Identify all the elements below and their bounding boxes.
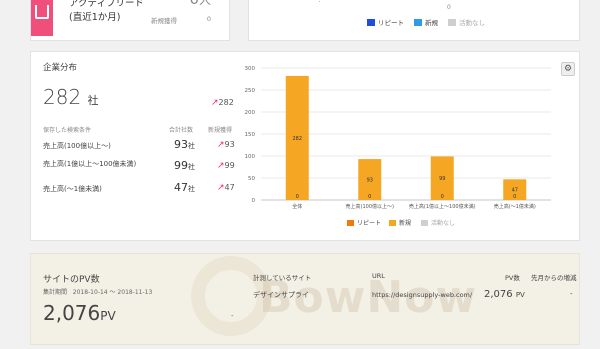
col-prev: 先月からの増減 — [531, 274, 577, 282]
col-pv: PV数 — [505, 274, 520, 282]
legend-swatch — [347, 220, 354, 226]
y-tick-label: 100 — [245, 154, 256, 160]
col-url: URL — [372, 272, 385, 280]
site-change: - — [570, 290, 573, 298]
bar-repeat-label: 0 — [368, 194, 371, 200]
trend-up-icon: ↗ — [217, 161, 225, 171]
trend-up-icon: ↗ — [217, 183, 225, 193]
legend-inactive[interactable]: 活動なし — [448, 17, 485, 27]
active-lead-title: アクティブリード — [69, 0, 144, 9]
legend-swatch — [389, 220, 396, 226]
condition-row-count: 47社 — [174, 181, 195, 194]
pv-dash: - — [231, 312, 234, 320]
col-new: 新規獲得 — [208, 127, 233, 134]
bar-value-label: 99 — [439, 176, 445, 182]
axis-zero: 0 — [447, 4, 451, 11]
legend-label: リピート — [357, 220, 381, 227]
legend-label: 新規 — [399, 219, 411, 227]
pv-title: サイトのPV数 — [43, 275, 100, 285]
site-url[interactable]: https://designsupply-web.com/ — [372, 291, 472, 299]
trend-up-icon: ↗ — [211, 98, 219, 108]
company-distribution-card: 企業分布 282 社 ↗282 保存した検索条件 合計社数 新規獲得 売上高(1… — [30, 51, 580, 241]
y-tick-label: 50 — [248, 176, 255, 182]
site-name: デザインサプライ — [253, 291, 309, 299]
y-tick-label: 200 — [245, 110, 256, 116]
pv-total: 2,076PV — [43, 301, 116, 325]
bar-value-label: 93 — [367, 178, 373, 184]
bar-value-label: 47 — [512, 188, 518, 194]
new-acquired-value: 0 — [206, 15, 211, 23]
bar-repeat-label: 0 — [441, 194, 444, 200]
col-site: 計測しているサイト — [253, 274, 312, 282]
site-pv-card: BowNow サイトのPV数 集計期間 2018-10-14 〜 2018-11… — [30, 253, 580, 345]
bar-value-label: 282 — [292, 136, 302, 142]
bar-repeat-label: 0 — [513, 194, 516, 200]
active-lead-subtitle: (直近1か月) — [69, 12, 121, 23]
site-pv: 2,076 PV — [484, 289, 525, 300]
total-new: ↗282 — [211, 98, 234, 108]
legend-swatch — [414, 18, 422, 26]
x-tick-label: 売上高(1億以上〜100億未満) — [409, 203, 476, 210]
col-condition: 保存した検索条件 — [43, 127, 92, 134]
condition-row-label[interactable]: 売上高(100億以上〜) — [43, 141, 111, 151]
axis-line — [319, 0, 320, 2]
y-tick-label: 300 — [245, 66, 256, 72]
col-total: 合計社数 — [169, 127, 194, 134]
condition-row-label[interactable]: 売上高(1億以上〜100億未満) — [43, 159, 136, 169]
y-tick-label: 0 — [252, 198, 256, 204]
bar-repeat-label: 0 — [296, 194, 299, 200]
activity-legend: リピート 新規 活動なし — [367, 17, 495, 27]
condition-row-count: 93社 — [174, 138, 195, 151]
x-tick-label: 全体 — [292, 203, 302, 210]
total-companies: 282 社 — [43, 85, 99, 109]
legend-swatch — [367, 18, 375, 26]
settings-gear-icon[interactable]: ⚙ — [561, 62, 575, 76]
trend-up-icon: ↗ — [217, 140, 225, 150]
section-title: 企業分布 — [43, 63, 78, 73]
legend-swatch — [448, 18, 456, 26]
x-tick-label: 売上高(〜1億未満) — [494, 203, 536, 210]
legend-new[interactable]: 新規 — [414, 17, 438, 27]
y-tick-label: 150 — [245, 132, 256, 138]
legend-repeat[interactable]: リピート — [367, 17, 404, 27]
y-tick-label: 250 — [245, 88, 256, 94]
legend-swatch — [421, 220, 428, 226]
x-tick-label: 売上高(100億以上〜) — [346, 203, 394, 210]
new-acquired-label: 新規獲得 — [151, 17, 177, 25]
legend-label: 活動なし — [431, 219, 455, 227]
condition-row-count: 99社 — [174, 159, 195, 172]
inbox-icon — [35, 5, 49, 19]
active-lead-count: 0人 — [189, 0, 211, 8]
activity-chart-card: 0 リピート 新規 活動なし — [248, 0, 580, 41]
company-bar-chart: 0 50 100 150 200 250 300 282 0 全体 93 0 売上高(100億以上〜) 9… — [245, 66, 551, 227]
condition-row-label[interactable]: 売上高(〜1億未満) — [43, 184, 102, 194]
active-lead-card: アクティブリード (直近1か月) 0人 新規獲得 0 — [30, 0, 230, 41]
lead-tile — [31, 0, 53, 36]
pv-period: 集計期間 2018-10-14 〜 2018-11-13 — [43, 289, 153, 296]
